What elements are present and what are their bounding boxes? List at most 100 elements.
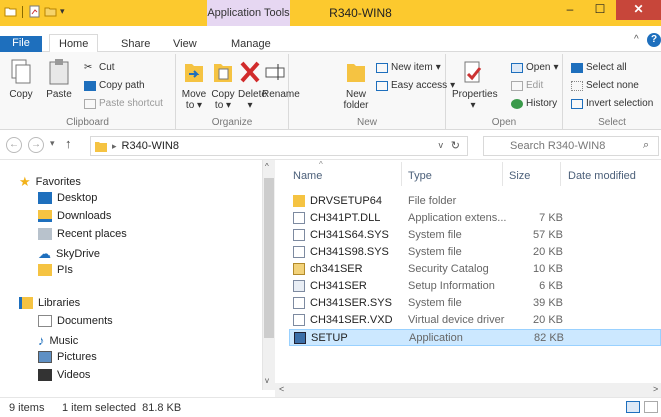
nav-item-videos[interactable]: Videos — [38, 369, 90, 381]
tab-home[interactable]: Home — [49, 34, 99, 53]
edit-button[interactable]: Edit — [511, 80, 543, 91]
file-name: CH341SER — [310, 280, 367, 292]
column-header-type[interactable]: Type — [408, 170, 432, 182]
file-size: 20 KB — [533, 314, 563, 326]
scroll-down-icon[interactable]: v — [265, 376, 269, 385]
search-input[interactable]: Search R340-WIN8 — [483, 136, 659, 156]
scroll-up-icon[interactable]: ^ — [265, 162, 269, 171]
column-header-name[interactable]: Name — [293, 170, 322, 182]
nav-item-pis[interactable]: PIs — [38, 264, 73, 276]
folder-icon — [38, 264, 52, 276]
file-name-cell: CH341SER — [293, 280, 367, 292]
file-type: Setup Information — [408, 280, 495, 292]
tab-share[interactable]: Share — [121, 38, 150, 50]
new-folder-button[interactable]: New folder — [341, 58, 371, 111]
back-button[interactable]: ← — [6, 137, 22, 153]
file-row[interactable]: CH341S64.SYS System file 57 KB — [289, 227, 661, 244]
file-size: 10 KB — [533, 263, 563, 275]
file-row[interactable]: ch341SER Security Catalog 10 KB — [289, 261, 661, 278]
file-row[interactable]: DRVSETUP64 File folder — [289, 193, 661, 210]
select-none-icon — [571, 80, 583, 91]
file-type: Application extens... — [408, 212, 507, 224]
column-header-date-modified[interactable]: Date modified — [568, 170, 636, 182]
paste-button[interactable]: Paste — [44, 58, 74, 100]
address-box[interactable]: ▸ R340-WIN8 v ↻ — [90, 136, 468, 156]
nav-scrollbar-thumb[interactable] — [264, 178, 274, 338]
file-row[interactable]: SETUP Application 82 KB — [289, 329, 661, 346]
organize-group: Move to ▾ Copy to ▾ Delete ▾ Rename Orga… — [176, 54, 300, 130]
copy-to-icon — [214, 64, 232, 82]
maximize-button[interactable]: ☐ — [586, 0, 614, 20]
forward-button[interactable]: → — [28, 137, 44, 153]
scroll-right-icon[interactable]: > — [653, 384, 658, 394]
nav-item-desktop[interactable]: Desktop — [38, 192, 97, 204]
paste-shortcut-button[interactable]: Paste shortcut — [84, 98, 163, 109]
history-button[interactable]: History — [511, 98, 557, 109]
nav-favorites[interactable]: ★ Favorites — [19, 174, 81, 190]
nav-item-recent-places[interactable]: Recent places — [38, 228, 127, 240]
close-button[interactable]: ✕ — [616, 0, 661, 20]
column-divider[interactable] — [560, 162, 561, 186]
edit-icon — [511, 80, 523, 91]
file-name-cell: SETUP — [294, 332, 348, 344]
help-icon[interactable]: ? — [647, 33, 661, 47]
scroll-left-icon[interactable]: < — [279, 384, 284, 394]
new-item-button[interactable]: New item ▾ — [376, 62, 441, 73]
column-divider[interactable] — [401, 162, 402, 186]
paste-shortcut-icon — [84, 98, 96, 109]
cut-button[interactable]: ✂ Cut — [84, 62, 115, 73]
move-to-icon — [185, 64, 203, 82]
column-header-size[interactable]: Size — [509, 170, 530, 182]
large-icons-view-icon[interactable] — [644, 401, 658, 413]
minimize-button[interactable]: – — [556, 0, 584, 20]
file-name-cell: CH341S98.SYS — [293, 246, 389, 258]
tab-manage[interactable]: Manage — [231, 38, 271, 50]
copy-to-button[interactable]: Copy to ▾ — [209, 58, 237, 111]
folder-icon — [293, 195, 305, 207]
nav-scrollbar[interactable]: ^ v — [262, 160, 275, 390]
setup-app-icon — [294, 332, 306, 344]
file-name-cell: CH341S64.SYS — [293, 229, 389, 241]
file-name: ch341SER — [310, 263, 363, 275]
nav-libraries[interactable]: Libraries — [19, 297, 80, 309]
file-row[interactable]: CH341S98.SYS System file 20 KB — [289, 244, 661, 261]
tab-view[interactable]: View — [173, 38, 197, 50]
breadcrumb-r340-win8[interactable]: R340-WIN8 — [122, 140, 179, 152]
invert-selection-button[interactable]: Invert selection — [571, 98, 653, 109]
file-name-cell: CH341PT.DLL — [293, 212, 380, 224]
nav-item-skydrive[interactable]: ☁ SkyDrive — [38, 246, 100, 262]
refresh-icon[interactable]: ↻ — [451, 139, 460, 152]
file-type: Security Catalog — [408, 263, 489, 275]
select-all-button[interactable]: Select all — [571, 62, 627, 73]
copy-button[interactable]: Copy — [6, 58, 36, 100]
horizontal-scrollbar[interactable]: < > — [275, 383, 661, 397]
nav-item-pictures[interactable]: Pictures — [38, 351, 97, 363]
address-bar-row: ← → ▾ ↑ ▸ R340-WIN8 v ↻ Search R340-WIN8… — [0, 130, 661, 160]
select-none-button[interactable]: Select none — [571, 80, 639, 91]
folder-icon — [95, 141, 107, 152]
file-row[interactable]: CH341SER Setup Information 6 KB — [289, 278, 661, 295]
recent-places-icon — [38, 228, 52, 240]
file-row[interactable]: CH341SER.SYS System file 39 KB — [289, 295, 661, 312]
easy-access-button[interactable]: Easy access ▾ — [376, 80, 455, 91]
properties-button[interactable]: Properties ▾ — [452, 58, 498, 111]
column-divider[interactable] — [502, 162, 503, 186]
rename-button[interactable]: Rename — [262, 58, 300, 100]
address-dropdown-icon[interactable]: v — [439, 140, 444, 150]
tab-file[interactable]: File — [0, 36, 42, 52]
up-arrow-icon[interactable]: ↑ — [65, 136, 72, 151]
nav-item-music[interactable]: ♪ Music — [38, 333, 78, 348]
copy-path-button[interactable]: Copy path — [84, 80, 145, 91]
delete-x-icon — [240, 61, 260, 83]
details-view-icon[interactable] — [626, 401, 640, 413]
delete-button[interactable]: Delete ▾ — [238, 58, 267, 111]
file-row[interactable]: CH341PT.DLL Application extens... 7 KB — [289, 210, 661, 227]
file-row[interactable]: CH341SER.VXD Virtual device driver 20 KB — [289, 312, 661, 329]
libraries-icon — [19, 297, 33, 309]
open-button[interactable]: Open ▾ — [511, 62, 559, 73]
nav-item-documents[interactable]: Documents — [38, 315, 113, 327]
move-to-button[interactable]: Move to ▾ — [180, 58, 208, 111]
collapse-ribbon-icon[interactable]: ^ — [634, 34, 639, 45]
nav-item-downloads[interactable]: Downloads — [38, 210, 111, 222]
recent-locations-icon[interactable]: ▾ — [50, 138, 55, 149]
